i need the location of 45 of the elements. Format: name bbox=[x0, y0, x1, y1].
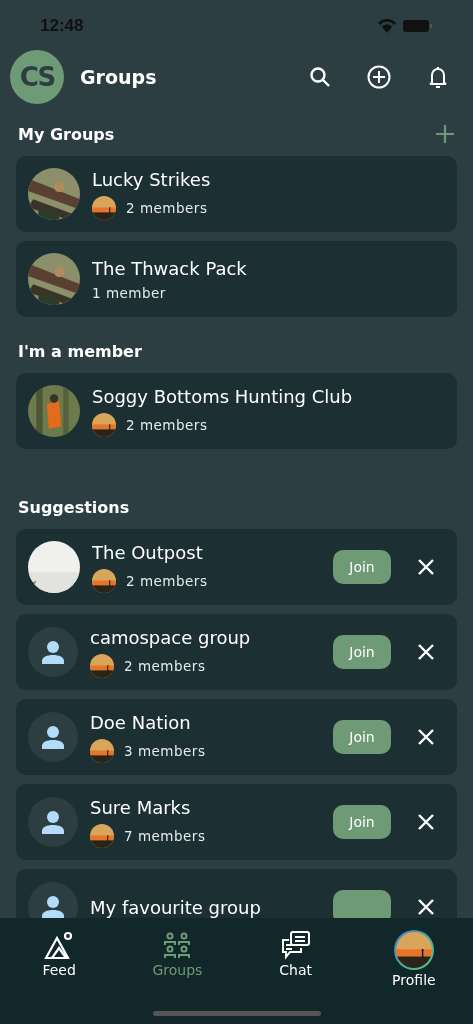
group-card[interactable]: Soggy Bottoms Hunting Club 2 members bbox=[16, 373, 457, 449]
group-name: Soggy Bottoms Hunting Club bbox=[92, 385, 354, 407]
section-title: My Groups bbox=[18, 124, 115, 144]
group-name: My favourite group bbox=[90, 896, 262, 918]
group-name: camospace group bbox=[90, 626, 252, 648]
group-card[interactable]: The Outpost 2 members Join bbox=[16, 529, 457, 605]
group-card[interactable]: Lucky Strikes 2 members bbox=[16, 156, 457, 232]
app-logo: CS bbox=[10, 50, 64, 104]
member-count: 7 members bbox=[124, 827, 206, 844]
group-card[interactable]: The Thwack Pack 1 member bbox=[16, 241, 457, 317]
group-name: Lucky Strikes bbox=[92, 168, 212, 190]
add-circle-icon[interactable] bbox=[367, 65, 391, 89]
mountain-icon bbox=[44, 930, 75, 960]
group-card[interactable]: Doe Nation 3 members Join bbox=[16, 699, 457, 775]
group-name: The Outpost bbox=[92, 541, 204, 563]
nav-tab[interactable]: Chat bbox=[250, 930, 341, 988]
group-card[interactable]: camospace group 2 members Join bbox=[16, 614, 457, 690]
member-count: 2 members bbox=[126, 416, 208, 433]
member-count: 2 members bbox=[126, 572, 208, 589]
group-card[interactable]: Sure Marks 7 members Join bbox=[16, 784, 457, 860]
status-icons bbox=[377, 18, 433, 34]
nav-tab[interactable]: Feed bbox=[14, 930, 105, 988]
section-title: Suggestions bbox=[18, 498, 130, 517]
nav-tab[interactable]: Groups bbox=[132, 930, 223, 988]
person-icon bbox=[40, 640, 66, 664]
group-name: Doe Nation bbox=[90, 711, 192, 733]
chat-icon bbox=[280, 930, 311, 960]
member-count: 3 members bbox=[124, 742, 206, 759]
bell-icon[interactable] bbox=[427, 65, 449, 89]
search-icon[interactable] bbox=[309, 66, 331, 88]
group-name: Sure Marks bbox=[90, 796, 192, 818]
member-count: 2 members bbox=[124, 657, 206, 674]
section-title: I'm a member bbox=[18, 342, 142, 361]
people-icon bbox=[162, 930, 193, 960]
person-icon bbox=[40, 810, 66, 834]
member-count: 1 member bbox=[92, 284, 166, 301]
member-count: 2 members bbox=[126, 199, 208, 216]
page-title: Groups bbox=[80, 66, 158, 88]
person-icon bbox=[40, 725, 66, 749]
group-card[interactable]: My favourite group bbox=[16, 869, 457, 918]
join-button[interactable] bbox=[333, 890, 391, 918]
plus-icon[interactable] bbox=[435, 124, 455, 144]
nav-tab[interactable]: Profile bbox=[368, 930, 459, 988]
person-icon bbox=[40, 895, 66, 918]
group-name: The Thwack Pack bbox=[92, 257, 248, 279]
